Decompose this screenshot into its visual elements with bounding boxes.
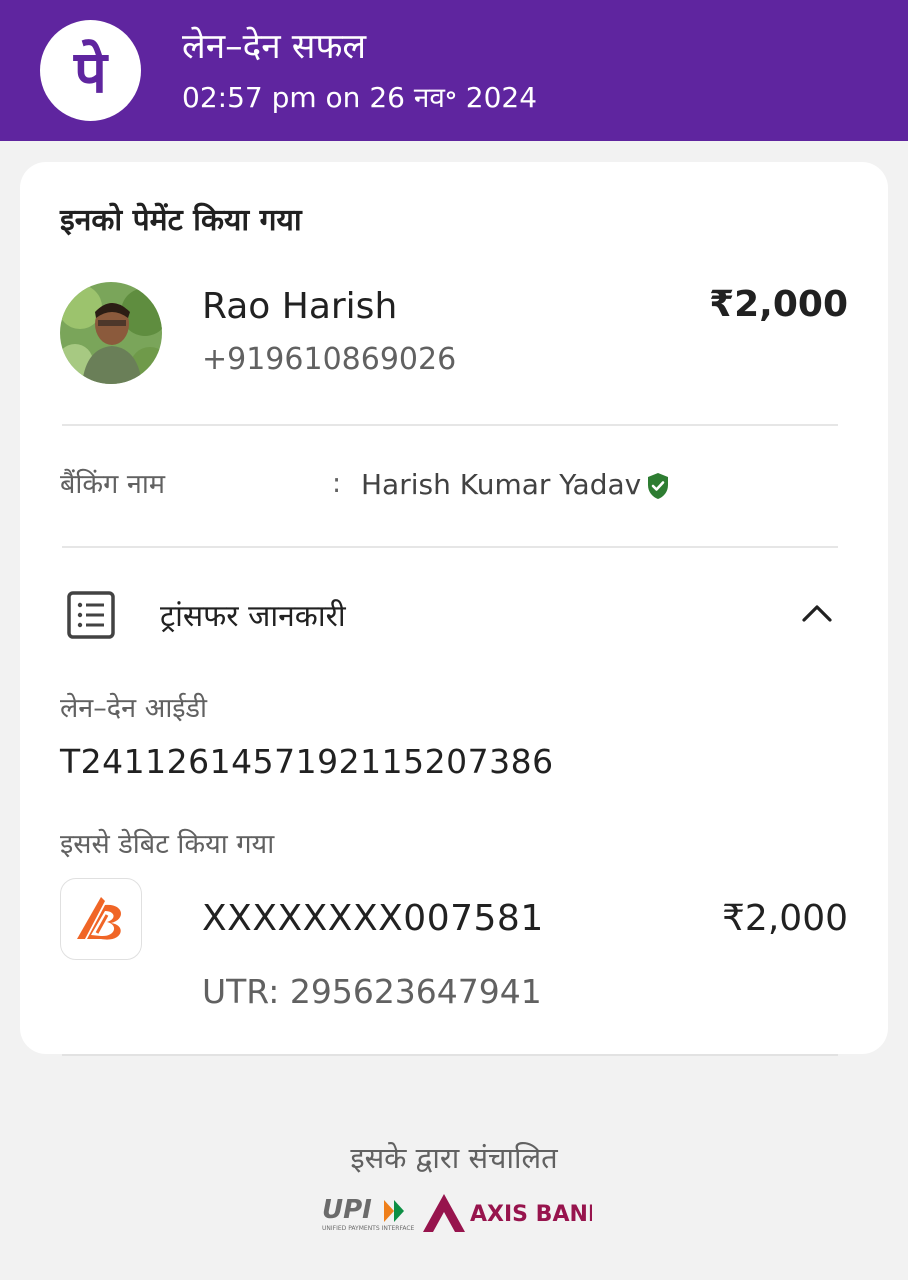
utr-number[interactable]: UTR: 295623647941 xyxy=(202,972,542,1011)
header-bar: पे लेन–देन सफल 02:57 pm on 26 नव॰ 2024 xyxy=(0,0,908,141)
divider xyxy=(62,546,838,548)
paid-to-heading: इनको पेमेंट किया गया xyxy=(60,203,302,238)
axis-logo-text: AXIS BANK xyxy=(470,1202,592,1227)
powered-by-label: इसके द्वारा संचालित xyxy=(350,1141,558,1175)
bank-of-baroda-logo-icon xyxy=(60,878,142,960)
list-details-icon xyxy=(66,590,116,644)
banking-name-separator: : xyxy=(332,468,342,499)
chevron-up-icon[interactable] xyxy=(800,602,834,628)
payee-phone: +919610869026 xyxy=(202,342,457,377)
phonepe-logo-icon: पे xyxy=(40,20,141,121)
upi-logo-icon: UPI UNIFIED PAYMENTS INTERFACE xyxy=(320,1192,416,1238)
upi-logo-text: UPI xyxy=(322,1195,372,1225)
svg-text:पे: पे xyxy=(73,38,109,106)
payee-name: Rao Harish xyxy=(202,286,398,327)
avatar[interactable] xyxy=(60,282,162,384)
axis-bank-logo-icon: AXIS BANK xyxy=(422,1192,606,1238)
debited-from-label: इससे डेबिट किया गया xyxy=(60,829,275,860)
upi-tagline: UNIFIED PAYMENTS INTERFACE xyxy=(322,1225,415,1232)
transaction-status-title: लेन–देन सफल xyxy=(182,27,367,67)
divider xyxy=(62,1054,838,1056)
transaction-id-label: लेन–देन आईडी xyxy=(60,693,207,724)
debit-account-number: XXXXXXXX007581 xyxy=(202,898,544,939)
payment-amount: ₹2,000 xyxy=(709,284,848,325)
transaction-id-value[interactable]: T2411261457192115207386 xyxy=(60,742,554,781)
banking-name-label: बैंकिंग नाम xyxy=(60,469,166,500)
transaction-card: इनको पेमेंट किया गया Rao Harish +9196108… xyxy=(20,162,888,1054)
transfer-details-title[interactable]: ट्रांसफर जानकारी xyxy=(160,594,346,635)
banking-name-value: Harish Kumar Yadav xyxy=(361,468,642,501)
transaction-timestamp: 02:57 pm on 26 नव॰ 2024 xyxy=(182,81,538,114)
divider xyxy=(62,424,838,426)
verified-shield-icon xyxy=(646,472,670,504)
debit-amount: ₹2,000 xyxy=(722,898,848,939)
